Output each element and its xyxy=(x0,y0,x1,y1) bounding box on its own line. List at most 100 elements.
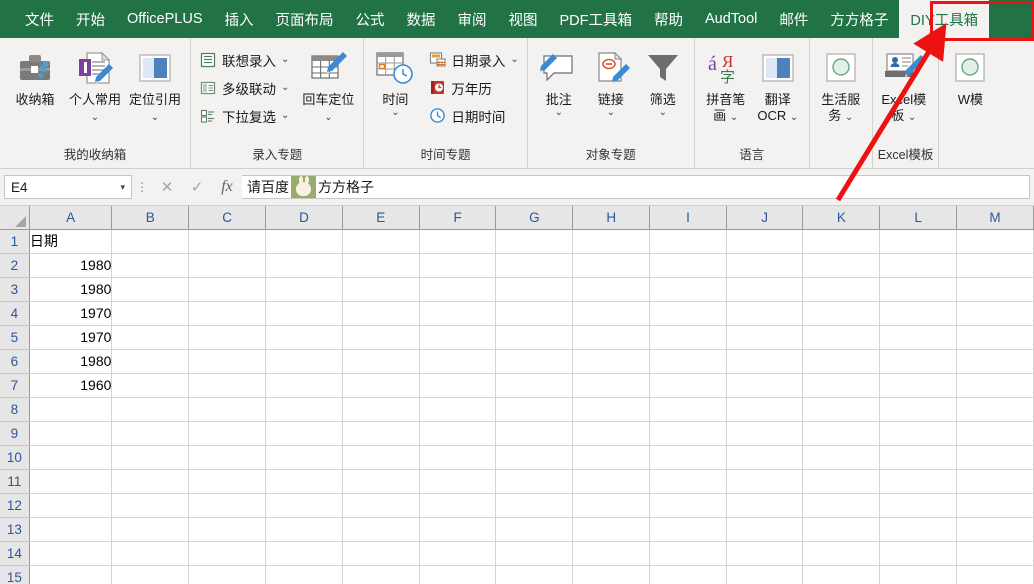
ribbon-tab-12[interactable]: 邮件 xyxy=(768,0,819,38)
cell-I9[interactable] xyxy=(649,421,727,446)
cell-J9[interactable] xyxy=(726,421,804,446)
cell-A11[interactable] xyxy=(29,469,113,494)
cell-B6[interactable] xyxy=(111,349,190,374)
column-header-J[interactable]: J xyxy=(726,206,804,230)
cell-K3[interactable] xyxy=(802,277,881,302)
column-header-B[interactable]: B xyxy=(111,206,190,230)
cell-F6[interactable] xyxy=(419,349,497,374)
cell-C5[interactable] xyxy=(188,325,267,350)
cell-C6[interactable] xyxy=(188,349,267,374)
toolbox-button[interactable]: 收纳箱 xyxy=(5,43,65,111)
column-header-G[interactable]: G xyxy=(495,206,574,230)
ribbon-tab-4[interactable]: 页面布局 xyxy=(265,0,345,38)
cell-G2[interactable] xyxy=(495,253,574,278)
cell-J11[interactable] xyxy=(726,469,804,494)
cell-E15[interactable] xyxy=(342,565,420,584)
cell-K14[interactable] xyxy=(802,541,881,566)
cell-B8[interactable] xyxy=(111,397,190,422)
cell-G5[interactable] xyxy=(495,325,574,350)
cell-I10[interactable] xyxy=(649,445,727,470)
cell-C8[interactable] xyxy=(188,397,267,422)
date-entry-button[interactable]: 日期录入 ⌄ xyxy=(425,46,521,73)
row-header-10[interactable]: 10 xyxy=(0,445,30,470)
cell-F9[interactable] xyxy=(419,421,497,446)
cell-C3[interactable] xyxy=(188,277,267,302)
cell-K10[interactable] xyxy=(802,445,881,470)
ribbon-tab-9[interactable]: PDF工具箱 xyxy=(549,0,644,38)
chevron-down-icon[interactable]: ⌄ xyxy=(151,112,159,123)
chevron-down-icon[interactable]: ⌄ xyxy=(281,110,289,121)
cell-B7[interactable] xyxy=(111,373,190,398)
cell-F2[interactable] xyxy=(419,253,497,278)
associative-entry-button[interactable]: 联想录入 ⌄ xyxy=(196,46,292,73)
cell-D15[interactable] xyxy=(265,565,343,584)
cell-A15[interactable] xyxy=(29,565,113,584)
name-box[interactable]: E4 ▾ xyxy=(4,175,132,199)
cell-M14[interactable] xyxy=(956,541,1034,566)
chevron-down-icon[interactable]: ⌄ xyxy=(845,112,853,123)
cell-J7[interactable] xyxy=(726,373,804,398)
cell-E13[interactable] xyxy=(342,517,420,542)
cell-H10[interactable] xyxy=(572,445,651,470)
row-header-11[interactable]: 11 xyxy=(0,469,30,494)
chevron-down-icon[interactable]: ⌄ xyxy=(908,112,916,123)
cell-G4[interactable] xyxy=(495,301,574,326)
cell-M7[interactable] xyxy=(956,373,1034,398)
cell-B11[interactable] xyxy=(111,469,190,494)
row-header-15[interactable]: 15 xyxy=(0,565,30,584)
cell-K13[interactable] xyxy=(802,517,881,542)
filter-button[interactable]: 筛选 ⌄ xyxy=(637,43,689,120)
ribbon-tab-0[interactable]: 文件 xyxy=(14,0,65,38)
cell-G14[interactable] xyxy=(495,541,574,566)
row-header-4[interactable]: 4 xyxy=(0,301,30,326)
cell-G12[interactable] xyxy=(495,493,574,518)
chevron-down-icon[interactable]: ⌄ xyxy=(510,54,518,65)
excel-template-button[interactable]: Excel模板 ⌄ xyxy=(878,43,930,129)
cell-H14[interactable] xyxy=(572,541,651,566)
cell-E4[interactable] xyxy=(342,301,420,326)
cell-K5[interactable] xyxy=(802,325,881,350)
cell-D7[interactable] xyxy=(265,373,343,398)
cell-M10[interactable] xyxy=(956,445,1034,470)
cell-B3[interactable] xyxy=(111,277,190,302)
cell-M11[interactable] xyxy=(956,469,1034,494)
cell-E6[interactable] xyxy=(342,349,420,374)
word-template-button[interactable]: W模 xyxy=(944,43,996,111)
cell-B10[interactable] xyxy=(111,445,190,470)
column-header-L[interactable]: L xyxy=(879,206,957,230)
cell-J6[interactable] xyxy=(726,349,804,374)
cell-E12[interactable] xyxy=(342,493,420,518)
cell-K9[interactable] xyxy=(802,421,881,446)
cell-B13[interactable] xyxy=(111,517,190,542)
row-header-3[interactable]: 3 xyxy=(0,277,30,302)
cell-E9[interactable] xyxy=(342,421,420,446)
cell-K15[interactable] xyxy=(802,565,881,584)
cell-D8[interactable] xyxy=(265,397,343,422)
cell-I14[interactable] xyxy=(649,541,727,566)
cell-K6[interactable] xyxy=(802,349,881,374)
chevron-down-icon[interactable]: ⌄ xyxy=(281,82,289,93)
cell-C12[interactable] xyxy=(188,493,267,518)
cell-G10[interactable] xyxy=(495,445,574,470)
cell-A7[interactable]: 1960 xyxy=(29,373,113,398)
cell-H4[interactable] xyxy=(572,301,651,326)
cell-I11[interactable] xyxy=(649,469,727,494)
cell-K7[interactable] xyxy=(802,373,881,398)
cell-L2[interactable] xyxy=(879,253,957,278)
cell-A14[interactable] xyxy=(29,541,113,566)
cell-F1[interactable] xyxy=(419,229,497,254)
column-header-H[interactable]: H xyxy=(572,206,651,230)
cell-E1[interactable] xyxy=(342,229,420,254)
cancel-entry-button[interactable]: ✕ xyxy=(152,175,182,199)
cell-B12[interactable] xyxy=(111,493,190,518)
cell-D12[interactable] xyxy=(265,493,343,518)
datetime-button[interactable]: 日期时间 xyxy=(425,102,521,129)
cell-D5[interactable] xyxy=(265,325,343,350)
cell-F7[interactable] xyxy=(419,373,497,398)
cell-F8[interactable] xyxy=(419,397,497,422)
cell-G13[interactable] xyxy=(495,517,574,542)
cell-H7[interactable] xyxy=(572,373,651,398)
cell-E14[interactable] xyxy=(342,541,420,566)
cell-G11[interactable] xyxy=(495,469,574,494)
locate-reference-button[interactable]: 定位引用 ⌄ xyxy=(125,43,185,129)
